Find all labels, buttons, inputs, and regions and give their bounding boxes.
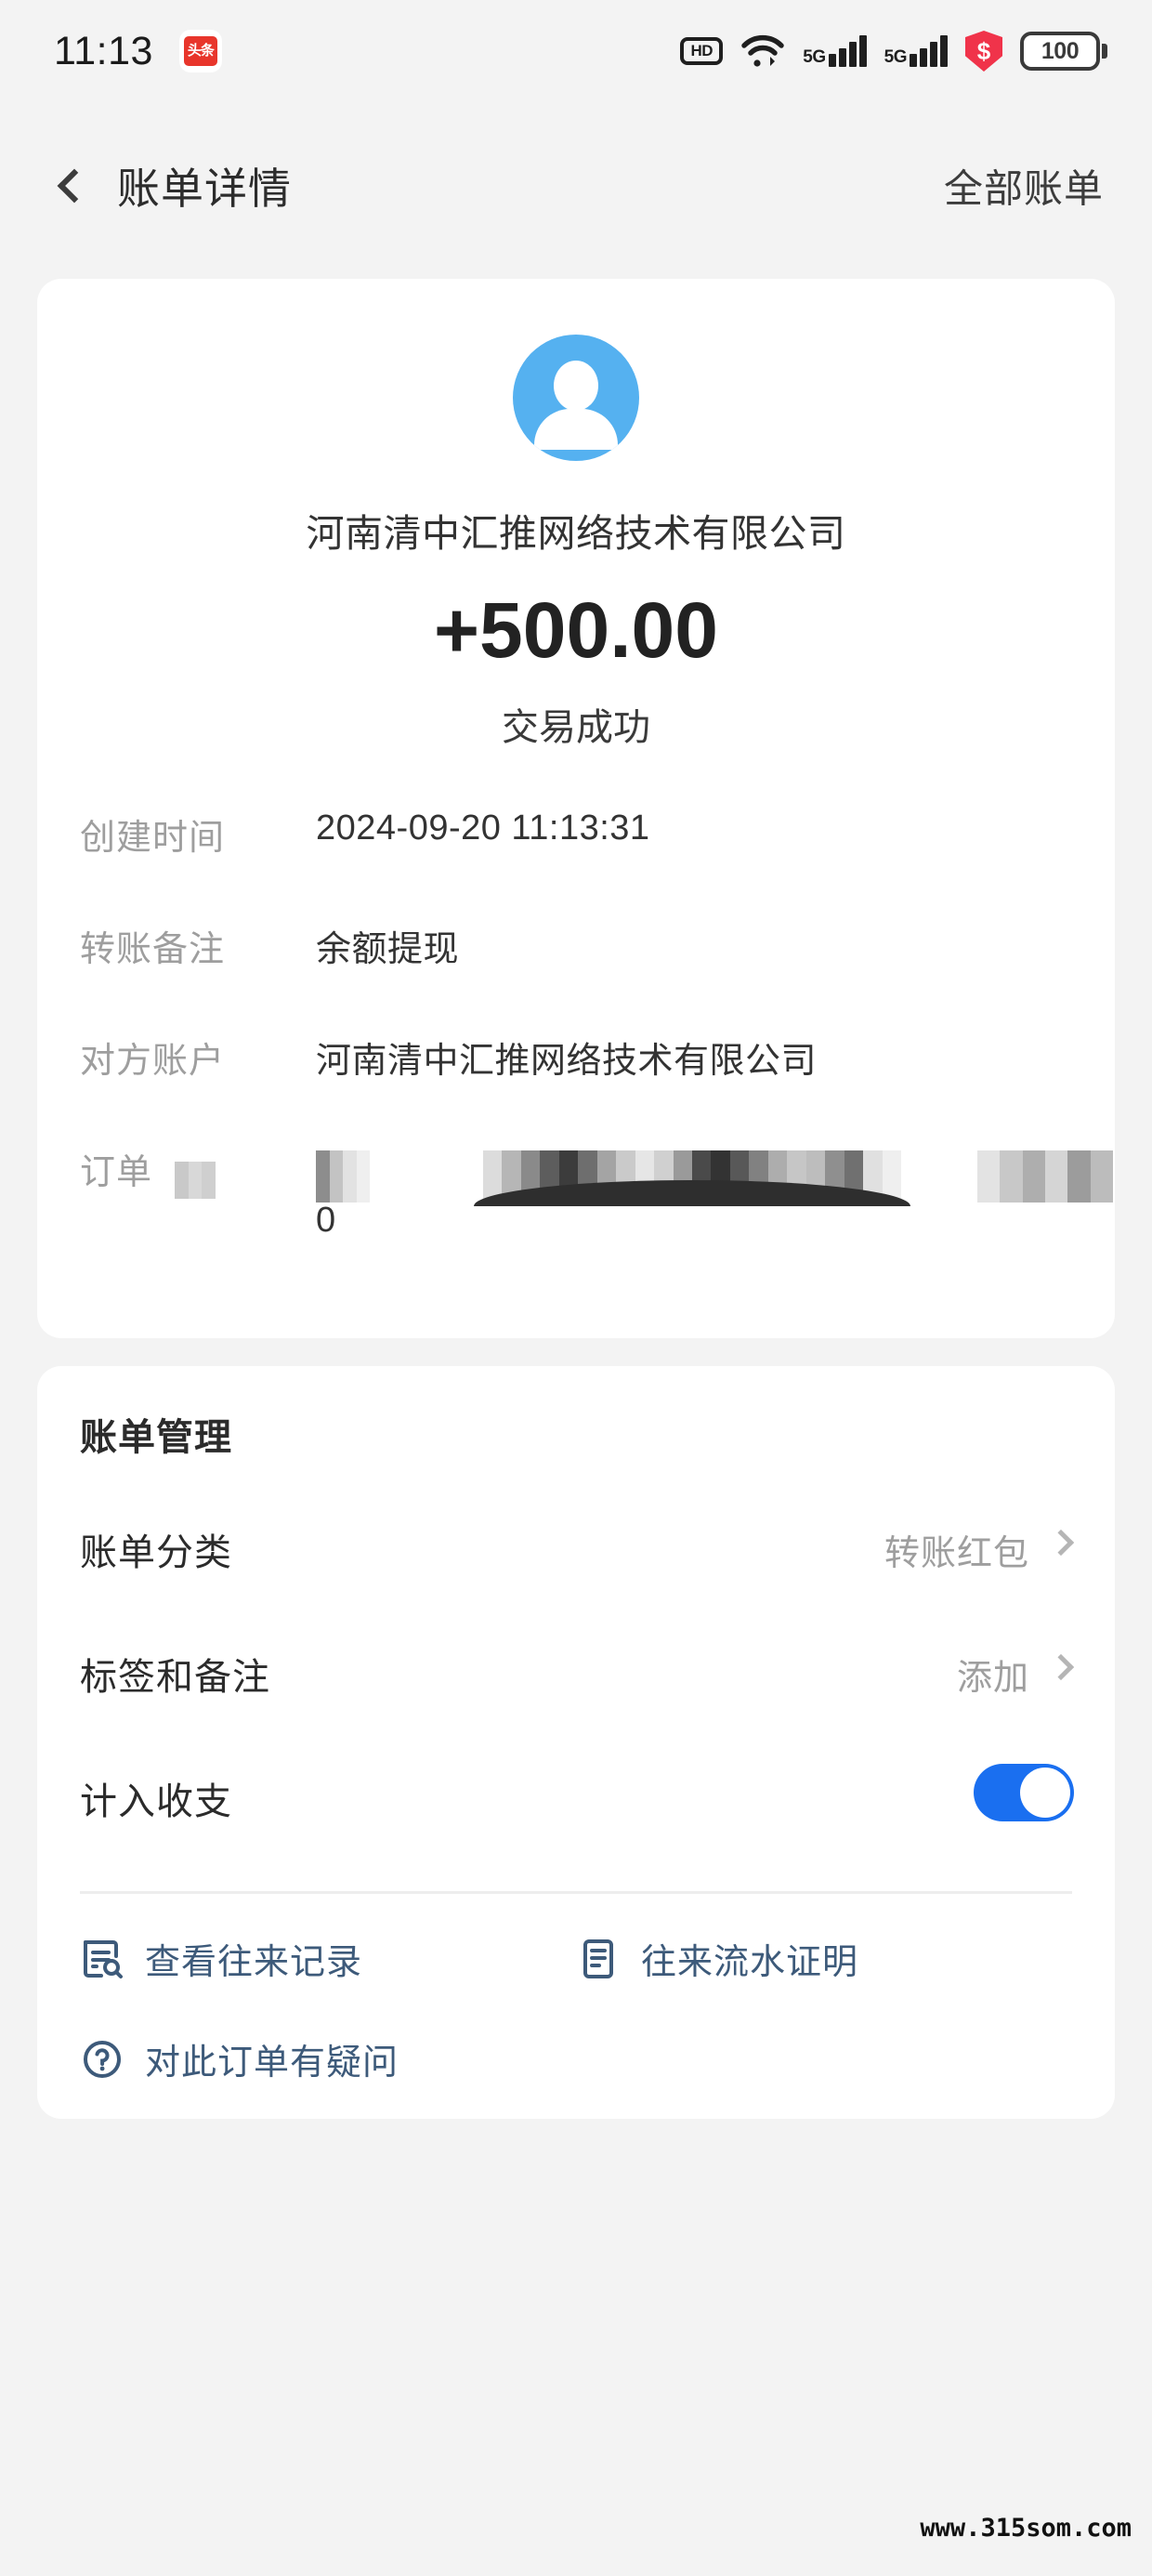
section-title: 账单管理 [80,1417,232,1458]
transaction-status: 交易成功 [502,707,650,748]
order-question-link[interactable]: 对此订单有疑问 [80,2033,399,2084]
manage-label: 账单分类 [80,1532,232,1573]
detail-row-counterparty-account: 对方账户 河南清中汇推网络技术有限公司 [37,1032,1115,1132]
manage-value: 转账红包 [884,1534,1029,1573]
signal-bars-2 [910,35,948,67]
divider [80,1891,1072,1894]
chevron-right-icon [1047,1653,1075,1681]
status-bar-left: 11:13 头条 [54,29,222,74]
redaction-mosaic [316,1150,370,1203]
question-circle-icon [84,2040,121,2078]
link-label: 查看往来记录 [145,1943,363,1982]
5g-signal-icon-1: 5G [803,35,867,67]
nav-bar: 账单详情 全部账单 [0,130,1152,242]
detail-label: 对方账户 [80,1042,226,1081]
detail-label: 订单 [80,1153,153,1192]
status-bar: 11:13 头条 HD 5G 5G $ 100 [0,0,1152,102]
detail-row-order-number: 订单 0 [37,1143,1115,1243]
signal-bars-1 [828,35,867,67]
transaction-detail-card: 河南清中汇推网络技术有限公司 +500.00 交易成功 创建时间 2024-09… [37,279,1115,1338]
all-bills-button[interactable]: 全部账单 [944,158,1104,215]
page-title: 账单详情 [117,164,292,213]
shield-dollar-icon: $ [965,31,1002,72]
manage-row-category[interactable]: 账单分类 转账红包 [37,1522,1115,1624]
detail-value: 2024-09-20 11:13:31 [316,808,650,848]
manage-label: 计入收支 [80,1781,232,1822]
chevron-right-icon [1047,1529,1075,1557]
detail-label: 转账备注 [80,930,226,969]
5g-label-1: 5G [803,47,826,67]
payee-name: 河南清中汇推网络技术有限公司 [306,512,846,555]
manage-row-tags-notes[interactable]: 标签和备注 添加 [37,1647,1115,1749]
manage-label: 标签和备注 [80,1657,270,1698]
battery-icon: 100 [1020,32,1107,71]
include-in-stats-toggle[interactable] [974,1764,1074,1821]
link-label: 往来流水证明 [641,1943,859,1982]
detail-row-remark: 转账备注 余额提现 [37,920,1115,1020]
document-lines-icon [583,1939,613,1978]
redaction-mosaic [977,1150,1113,1203]
status-time: 11:13 [54,28,153,73]
document-search-icon [84,1939,123,1978]
transaction-proof-link[interactable]: 往来流水证明 [576,1933,858,1984]
detail-value: 余额提现 [316,930,460,969]
battery-level: 100 [1041,37,1080,64]
avatar [513,335,639,461]
phone-screen: 11:13 头条 HD 5G 5G $ 100 账单详情 全部账单 河南清中汇推… [0,0,1152,2576]
5g-label-2: 5G [884,47,908,67]
detail-value-wrap: 0 [316,1201,336,1240]
wifi-icon [741,34,785,67]
watermark: www.315som.com [920,2514,1132,2543]
transaction-amount: +500.00 [434,586,718,674]
hd-icon: HD [680,37,724,65]
toutiao-badge-label: 头条 [183,36,217,66]
link-label: 对此订单有疑问 [145,2044,399,2083]
manage-value: 添加 [956,1659,1029,1698]
detail-row-create-time: 创建时间 2024-09-20 11:13:31 [37,808,1115,909]
bill-management-card: 账单管理 账单分类 转账红包 标签和备注 添加 计入收支 查看往来记录 往来流水… [37,1366,1115,2119]
view-records-link[interactable]: 查看往来记录 [80,1933,362,1984]
detail-value: 河南清中汇推网络技术有限公司 [316,1042,818,1081]
redaction-mosaic [175,1162,216,1199]
toutiao-app-badge-icon: 头条 [178,30,222,72]
chevron-left-icon [57,168,92,204]
toggle-knob [1020,1768,1070,1818]
detail-label: 创建时间 [80,819,226,858]
manage-row-include-in-stats: 计入收支 [37,1764,1115,1873]
person-avatar-icon [554,361,598,411]
5g-signal-icon-2: 5G [884,35,948,67]
status-bar-right: HD 5G 5G $ 100 [680,31,1107,72]
back-button[interactable] [46,153,102,218]
